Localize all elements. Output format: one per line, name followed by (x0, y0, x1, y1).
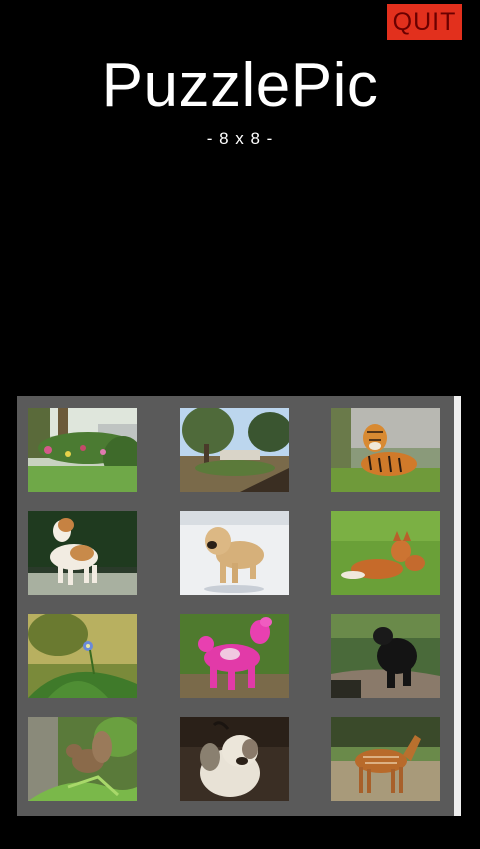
gallery-image-bulldog[interactable] (180, 717, 289, 801)
beagle-image (28, 511, 137, 595)
app-title: PuzzlePic (101, 51, 379, 120)
gallery-image-trees-path[interactable] (180, 408, 289, 492)
tiger-image (331, 408, 440, 492)
gallery-image-flower[interactable] (28, 614, 137, 698)
gallery-image-fox[interactable] (331, 511, 440, 595)
garden-image (28, 408, 137, 492)
quit-button[interactable]: QUIT (387, 4, 462, 40)
horse-image (331, 717, 440, 801)
flower-image (28, 614, 137, 698)
gallery-scrollbar[interactable] (454, 396, 461, 816)
image-gallery[interactable] (17, 396, 461, 816)
gallery-image-beagle[interactable] (28, 511, 137, 595)
grid-size-label: - 8 x 8 - (206, 129, 274, 148)
puppy-snow-image (180, 511, 289, 595)
bulldog-image (180, 717, 289, 801)
gallery-image-horse[interactable] (331, 717, 440, 801)
black-bear-image (331, 614, 440, 698)
gallery-image-squirrel[interactable] (28, 717, 137, 801)
gallery-image-pink-poodle[interactable] (180, 614, 289, 698)
trees-path-image (180, 408, 289, 492)
squirrel-image (28, 717, 137, 801)
gallery-image-black-bear[interactable] (331, 614, 440, 698)
gallery-image-tiger[interactable] (331, 408, 440, 492)
pink-poodle-image (180, 614, 289, 698)
gallery-image-garden[interactable] (28, 408, 137, 492)
gallery-image-puppy-snow[interactable] (180, 511, 289, 595)
fox-image (331, 511, 440, 595)
